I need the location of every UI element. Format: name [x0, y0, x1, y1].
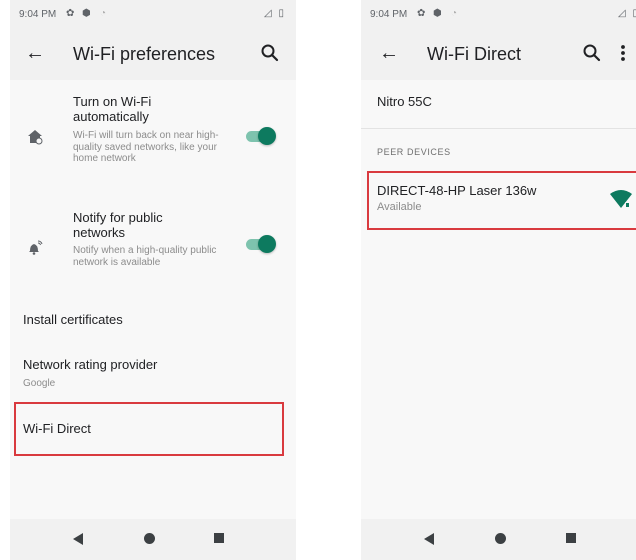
nav-home-icon[interactable] — [495, 533, 506, 544]
page-title: Wi-Fi preferences — [73, 44, 216, 64]
pref-title: Turn on Wi-Fi automatically — [73, 94, 152, 124]
pref-summary: Wi-Fi will turn back on near high-qualit… — [73, 130, 219, 164]
nav-recents-icon[interactable] — [214, 533, 224, 543]
nav-back-icon[interactable] — [424, 533, 434, 545]
toggle-thumb — [258, 235, 276, 253]
wifi-home-icon — [28, 130, 43, 145]
pref-summary: Notify when a high-quality public networ… — [73, 245, 217, 268]
pref-title: Notify for public networks — [73, 210, 163, 240]
status-bar: 9:04 PM ✿ ⬢ ◔ ◿ ▯ — [10, 0, 296, 28]
divider — [361, 128, 636, 129]
shield-status-icon: ⬢ — [433, 8, 442, 19]
settings-status-icon: ✿ — [66, 8, 75, 19]
peer-device-status: Available — [377, 201, 422, 213]
navigation-bar — [10, 519, 296, 560]
wifi-preferences-screen: 9:04 PM ✿ ⬢ ◔ ◿ ▯ ← Wi-Fi preferences Tu… — [10, 0, 296, 560]
device-name: Nitro 55C — [377, 94, 432, 109]
pref-title: Wi-Fi Direct — [23, 421, 91, 436]
shield-status-icon: ⬢ — [82, 8, 91, 19]
nav-recents-icon[interactable] — [566, 533, 576, 543]
signal-battery-icons: ◿ ▯ — [618, 8, 636, 19]
toggle-thumb — [258, 127, 276, 145]
pref-network-rating-provider[interactable]: Network rating provider Google — [10, 350, 296, 394]
peer-device-name: DIRECT-48-HP Laser 136w — [377, 183, 537, 198]
app-bar: ← Wi-Fi Direct — [361, 28, 636, 80]
pref-notify-public[interactable]: Notify for public networks Notify when a… — [10, 210, 296, 290]
navigation-bar — [361, 519, 636, 560]
settings-status-icon: ✿ — [417, 8, 426, 19]
wifi-notify-icon — [29, 240, 43, 255]
page-title: Wi-Fi Direct — [427, 44, 521, 64]
wifi-signal-icon — [610, 190, 632, 208]
nav-home-icon[interactable] — [144, 533, 155, 544]
pref-title: Network rating provider — [23, 357, 158, 372]
this-device-item[interactable]: Nitro 55C — [361, 80, 636, 122]
nav-back-icon[interactable] — [73, 533, 83, 545]
toggle-switch[interactable] — [244, 126, 278, 146]
search-icon[interactable] — [258, 41, 282, 65]
preferences-list: Turn on Wi-Fi automatically Wi-Fi will t… — [10, 80, 296, 519]
status-time: 9:04 PM — [19, 9, 57, 20]
back-arrow-icon[interactable]: ← — [379, 41, 399, 65]
app-bar: ← Wi-Fi preferences — [10, 28, 296, 80]
status-bar: 9:04 PM ✿ ⬢ ◔ ◿ ▯ — [361, 0, 636, 28]
back-arrow-icon[interactable]: ← — [25, 41, 45, 65]
more-vert-icon[interactable] — [611, 41, 635, 65]
toggle-switch[interactable] — [244, 234, 278, 254]
pref-turn-on-wifi[interactable]: Turn on Wi-Fi automatically Wi-Fi will t… — [10, 90, 296, 190]
pref-install-certificates[interactable]: Install certificates — [10, 302, 296, 338]
status-time: 9:04 PM — [370, 9, 408, 20]
pref-summary: Google — [23, 378, 56, 389]
peer-device-item[interactable]: DIRECT-48-HP Laser 136w Available — [361, 171, 636, 230]
pref-wifi-direct[interactable]: Wi-Fi Direct — [10, 402, 296, 456]
signal-battery-icons: ◿ ▯ — [264, 8, 286, 19]
section-header: PEER DEVICES — [377, 147, 451, 157]
wifi-direct-list: Nitro 55C PEER DEVICES DIRECT-48-HP Lase… — [361, 80, 636, 519]
pref-title: Install certificates — [23, 312, 123, 327]
wifi-status-icon: ◔ — [100, 8, 107, 19]
wifi-status-icon: ◔ — [451, 8, 458, 19]
search-icon[interactable] — [580, 41, 604, 65]
wifi-direct-screen: 9:04 PM ✿ ⬢ ◔ ◿ ▯ ← Wi-Fi Direct Nitro 5… — [361, 0, 636, 560]
